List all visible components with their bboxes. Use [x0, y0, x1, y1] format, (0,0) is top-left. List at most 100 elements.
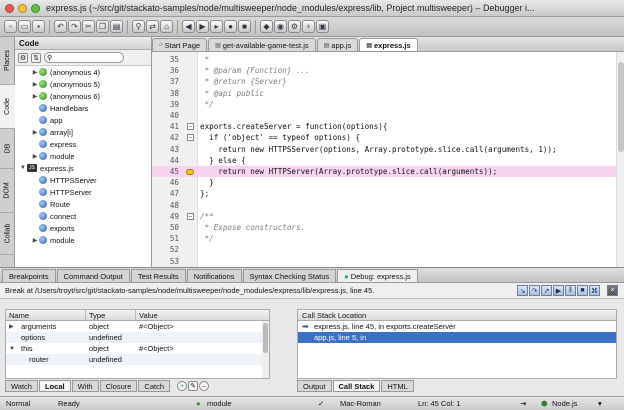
expand-arrow-icon[interactable]: ▶: [31, 153, 39, 160]
open-icon[interactable]: ▭: [18, 20, 31, 33]
column-header-name[interactable]: Name: [6, 310, 86, 320]
minimize-window-button[interactable]: [18, 3, 27, 13]
paste-icon[interactable]: ▤: [110, 20, 123, 33]
code-line[interactable]: 53: [152, 256, 624, 267]
bottom-tab[interactable]: Notifications: [186, 269, 242, 282]
bottom-tab[interactable]: Breakpoints: [2, 269, 56, 282]
scrollbar-thumb[interactable]: [263, 323, 268, 353]
search-input[interactable]: ⚲: [44, 52, 124, 63]
collapse-arrow-icon[interactable]: ▼: [19, 165, 27, 171]
lint-check-icon[interactable]: ✓: [318, 399, 324, 408]
home-icon[interactable]: ⌂: [160, 20, 173, 33]
call-stack-row[interactable]: app.js, line 5, in: [298, 332, 616, 343]
fold-toggle-icon[interactable]: −: [186, 212, 194, 220]
redo-icon[interactable]: ↷: [68, 20, 81, 33]
code-line[interactable]: 52: [152, 244, 624, 255]
bottom-tab[interactable]: Command Output: [56, 269, 130, 282]
breakpoint-marker[interactable]: [182, 168, 198, 175]
bottom-tab[interactable]: Syntax Checking Status: [242, 269, 337, 282]
variable-row[interactable]: options undefined: [6, 332, 269, 343]
side-tab-places[interactable]: Places: [0, 37, 15, 85]
scope-tab-closure[interactable]: Closure: [99, 380, 138, 392]
tree-item[interactable]: ▶ (anonymous 5): [15, 78, 151, 90]
tree-item[interactable]: Route: [15, 198, 151, 210]
encoding[interactable]: Mac-Roman: [340, 399, 381, 408]
expand-arrow-icon[interactable]: ▶: [31, 93, 39, 100]
close-window-button[interactable]: [5, 3, 14, 13]
run-icon[interactable]: ▸: [210, 20, 223, 33]
sort-icon[interactable]: ⇅: [31, 52, 41, 63]
tree-item[interactable]: connect: [15, 210, 151, 222]
delete-icon[interactable]: –: [199, 381, 210, 391]
code-line[interactable]: 37 * @return {Server}: [152, 76, 624, 87]
editor-tab[interactable]: ▤ express.js: [359, 38, 418, 51]
undo-icon[interactable]: ↶: [54, 20, 67, 33]
tree-item[interactable]: app: [15, 114, 151, 126]
status-menu-icon[interactable]: ▾: [598, 399, 602, 408]
new-icon[interactable]: ▫: [4, 20, 17, 33]
editor-tab[interactable]: ▤ get-available-game-test.js: [208, 38, 316, 51]
code-line[interactable]: 40: [152, 110, 624, 121]
tree-item[interactable]: exports: [15, 222, 151, 234]
current-symbol[interactable]: module: [207, 399, 232, 408]
language[interactable]: Node.js: [552, 399, 577, 408]
tree-item[interactable]: HTTPServer: [15, 186, 151, 198]
code-line[interactable]: 48: [152, 200, 624, 211]
code-line[interactable]: 45 return new HTTPServer(Array.prototype…: [152, 166, 624, 178]
side-tab-db[interactable]: DB: [0, 129, 15, 169]
stop-icon[interactable]: ■: [238, 20, 251, 33]
code-line[interactable]: 42− if ('object' == typeof options) {: [152, 132, 624, 143]
tree-item[interactable]: ▼ JS express.js: [15, 162, 151, 174]
expand-arrow-icon[interactable]: ▶: [9, 323, 21, 330]
fold-marker[interactable]: −: [182, 123, 198, 131]
find-icon[interactable]: ⚲: [132, 20, 145, 33]
settings-icon[interactable]: ⚙: [288, 20, 301, 33]
code-line[interactable]: 49−/**: [152, 211, 624, 222]
toggle-icon[interactable]: ▣: [316, 20, 329, 33]
tree-item[interactable]: ▶ module: [15, 150, 151, 162]
scope-tab-watch[interactable]: Watch: [5, 380, 38, 392]
add-watch-icon[interactable]: +: [177, 381, 188, 391]
variables-scrollbar[interactable]: [262, 321, 269, 378]
code-line[interactable]: 38 * @api public: [152, 88, 624, 99]
variable-row[interactable]: ▶ arguments object #<Object>: [6, 321, 269, 332]
continue-icon[interactable]: ▶: [553, 285, 564, 296]
code-line[interactable]: 43 return new HTTPSServer(options, Array…: [152, 144, 624, 155]
tree-item[interactable]: ▶ (anonymous 4): [15, 66, 151, 78]
tree-item[interactable]: express: [15, 138, 151, 150]
code-line[interactable]: 51 */: [152, 233, 624, 244]
tree-item[interactable]: ▶ (anonymous 6): [15, 90, 151, 102]
interact-icon[interactable]: ⌘: [589, 285, 600, 296]
debug-icon[interactable]: ●: [224, 20, 237, 33]
zoom-window-button[interactable]: [31, 3, 40, 13]
tree-item[interactable]: ▶ array[i]: [15, 126, 151, 138]
fold-marker[interactable]: −: [182, 212, 198, 220]
code-line[interactable]: 44 } else {: [152, 155, 624, 166]
step-over-icon[interactable]: ↷: [529, 285, 540, 296]
collapse-arrow-icon[interactable]: ▼: [9, 346, 21, 352]
expand-arrow-icon[interactable]: ▶: [31, 81, 39, 88]
output-tab-output[interactable]: Output: [297, 380, 332, 392]
expand-arrow-icon[interactable]: ▶: [31, 69, 39, 76]
fold-toggle-icon[interactable]: −: [186, 123, 194, 131]
step-out-icon[interactable]: ↗: [541, 285, 552, 296]
code-line[interactable]: 36 * @param {Function} ...: [152, 65, 624, 76]
scrollbar-thumb[interactable]: [618, 62, 624, 152]
tree-item[interactable]: ▶ module: [15, 234, 151, 246]
fold-marker[interactable]: −: [182, 134, 198, 142]
cut-icon[interactable]: ✂: [82, 20, 95, 33]
stop-icon[interactable]: ■: [577, 285, 588, 296]
python-icon[interactable]: ♆: [302, 20, 315, 33]
copy-icon[interactable]: ❐: [96, 20, 109, 33]
replace-icon[interactable]: ⇄: [146, 20, 159, 33]
editor-scrollbar[interactable]: [616, 52, 624, 267]
forward-icon[interactable]: ▶: [196, 20, 209, 33]
tree-item[interactable]: HTTPSServer: [15, 174, 151, 186]
edit-icon[interactable]: ✎: [188, 381, 199, 391]
expand-arrow-icon[interactable]: ▶: [31, 129, 39, 136]
side-tab-code[interactable]: Code: [0, 85, 15, 129]
editor-tab[interactable]: ⌂ Start Page: [152, 38, 208, 51]
save-icon[interactable]: ▪: [32, 20, 45, 33]
call-stack-row[interactable]: ➡ express.js, line 45, in exports.createS…: [298, 321, 616, 332]
code-line[interactable]: 39 */: [152, 99, 624, 110]
